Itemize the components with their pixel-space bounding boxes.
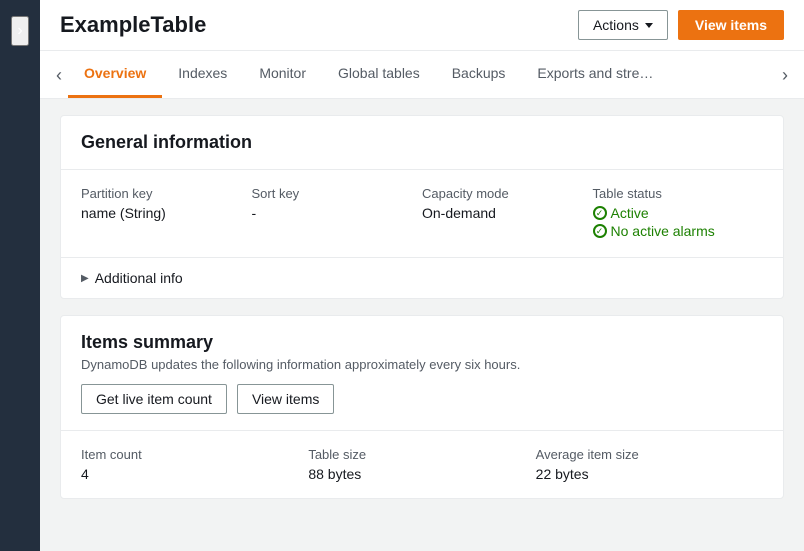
items-summary-buttons: Get live item count View items [61,384,783,431]
capacity-mode-value: On-demand [422,205,593,221]
table-status-cell: Table status ✓ Active ✓ No active alarms [593,186,764,241]
items-summary-title: Items summary [81,332,763,353]
tab-exports-streams[interactable]: Exports and stre… [521,51,669,98]
tab-backups[interactable]: Backups [436,51,522,98]
avg-item-size-cell: Average item size 22 bytes [536,447,763,482]
general-info-grid: Partition key name (String) Sort key - C… [61,170,783,258]
table-size-value: 88 bytes [308,466,535,482]
additional-info-label: Additional info [95,270,183,286]
tab-overview[interactable]: Overview [68,51,162,98]
avg-item-size-label: Average item size [536,447,763,462]
general-info-header: General information [61,116,783,170]
sidebar: › [0,0,40,551]
sort-key-label: Sort key [252,186,423,201]
partition-key-cell: Partition key name (String) [81,186,252,241]
status-alarms-icon: ✓ [593,224,607,238]
chevron-down-icon [645,23,653,28]
actions-label: Actions [593,17,639,33]
view-items-button[interactable]: View items [678,10,784,40]
actions-button[interactable]: Actions [578,10,668,40]
table-status-active: ✓ Active [593,205,764,221]
tabs-list: Overview Indexes Monitor Global tables B… [68,51,776,98]
tabs-scroll-left-button[interactable]: ‹ [50,58,68,92]
item-count-label: Item count [81,447,308,462]
triangle-expand-icon: ▶ [81,273,89,284]
tabs-bar: ‹ Overview Indexes Monitor Global tables… [40,51,804,99]
table-status-label: Table status [593,186,764,201]
additional-info-row[interactable]: ▶ Additional info [61,258,783,298]
tabs-scroll-right-button[interactable]: › [776,58,794,92]
get-live-item-count-button[interactable]: Get live item count [81,384,227,414]
sort-key-cell: Sort key - [252,186,423,241]
sort-key-value: - [252,205,423,221]
main-content: ExampleTable Actions View items ‹ Overvi… [40,0,804,551]
capacity-mode-label: Capacity mode [422,186,593,201]
table-size-cell: Table size 88 bytes [308,447,535,482]
top-bar: ExampleTable Actions View items [40,0,804,51]
status-active-icon: ✓ [593,206,607,220]
general-info-card: General information Partition key name (… [60,115,784,299]
item-count-value: 4 [81,466,308,482]
tab-global-tables[interactable]: Global tables [322,51,436,98]
table-size-label: Table size [308,447,535,462]
items-summary-view-items-button[interactable]: View items [237,384,334,414]
partition-key-value: name (String) [81,205,252,221]
items-summary-card: Items summary DynamoDB updates the follo… [60,315,784,499]
tab-indexes[interactable]: Indexes [162,51,243,98]
general-info-title: General information [81,132,252,152]
items-stats-grid: Item count 4 Table size 88 bytes Average… [61,431,783,498]
sidebar-toggle-button[interactable]: › [11,16,28,46]
table-status-active-text: Active [611,205,649,221]
table-status-alarms: ✓ No active alarms [593,223,764,239]
items-summary-description: DynamoDB updates the following informati… [81,357,763,372]
table-status-alarms-text: No active alarms [611,223,715,239]
top-bar-actions: Actions View items [578,10,784,40]
page-title: ExampleTable [60,12,206,38]
item-count-cell: Item count 4 [81,447,308,482]
tab-monitor[interactable]: Monitor [243,51,322,98]
content-area: General information Partition key name (… [40,99,804,551]
capacity-mode-cell: Capacity mode On-demand [422,186,593,241]
items-summary-header: Items summary DynamoDB updates the follo… [61,316,783,372]
avg-item-size-value: 22 bytes [536,466,763,482]
partition-key-label: Partition key [81,186,252,201]
